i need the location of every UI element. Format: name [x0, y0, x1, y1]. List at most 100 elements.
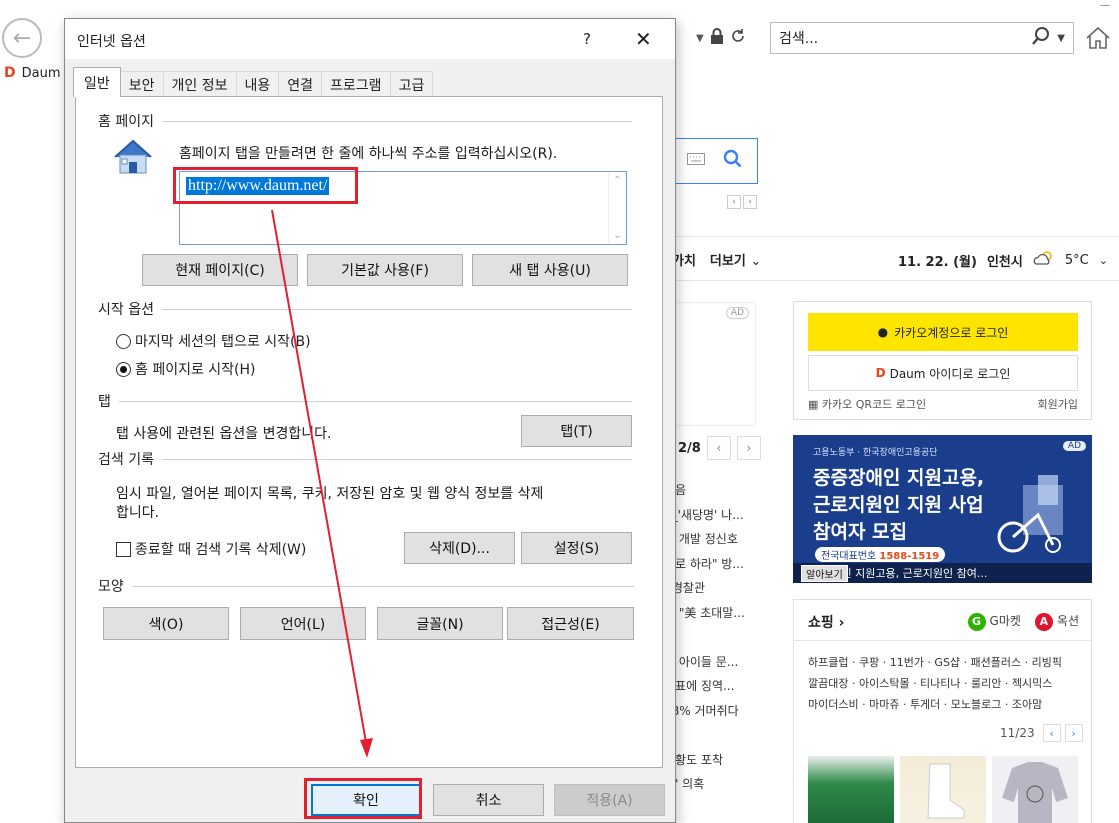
list-item[interactable]: 2_'새당명' 나... [664, 503, 760, 528]
browser-search-box[interactable]: 검색... ▼ [770, 22, 1074, 54]
ad-slot[interactable]: AD [672, 302, 756, 426]
textarea-scrollbar[interactable]: ⌃ ⌄ [608, 172, 626, 244]
tab-security[interactable]: 보안 [119, 71, 164, 97]
learn-more-button[interactable]: 알아보기 [801, 564, 848, 582]
scroll-up-icon[interactable]: ⌃ [613, 175, 621, 186]
chevron-down-icon: ⌄ [750, 254, 762, 269]
daum-login-button[interactable]: D Daum 아이디로 로그인 [808, 355, 1078, 391]
banner-phone: 전국대표번호 1588-1519 [815, 547, 946, 562]
back-button[interactable]: ← [2, 18, 42, 58]
gmarket-link[interactable]: G G마켓 [967, 612, 1021, 631]
prev-icon[interactable]: ‹ [727, 195, 741, 209]
tab-content[interactable]: 내용 [235, 71, 280, 97]
tab-general[interactable]: 일반 [73, 67, 121, 97]
tabs-section: 탭 [98, 391, 632, 411]
cancel-button[interactable]: 취소 [433, 784, 544, 816]
languages-button[interactable]: 언어(L) [240, 607, 366, 640]
chevron-down-icon[interactable]: ⌄ [1099, 254, 1108, 267]
gmarket-icon: G [967, 612, 986, 631]
daum-search-icon[interactable] [723, 149, 743, 173]
product-thumbnail[interactable] [808, 756, 894, 823]
gnb-menu: 가치 더보기 ⌄ [672, 250, 761, 269]
home-url-textarea[interactable]: http://www.daum.net/ ⌃ ⌄ [179, 171, 627, 245]
delete-on-exit-checkbox[interactable]: 종료할 때 검색 기록 삭제(W) [116, 539, 306, 559]
next-button[interactable]: › [736, 436, 761, 460]
lock-icon [710, 28, 724, 48]
shopping-title[interactable]: 쇼핑 › [808, 612, 844, 632]
auction-link[interactable]: A 옥션 [1034, 612, 1079, 631]
shop-links-row[interactable]: 마이더스비 · 마마쥬 · 투게더 · 모노블로그 · 조아맘 [808, 694, 1088, 715]
list-item[interactable]: 대표에 징역... [664, 674, 760, 699]
list-item[interactable]: 다 [664, 625, 760, 650]
dropdown-icon[interactable]: ▼ [696, 33, 704, 44]
section-title: 검색 기록 [98, 452, 154, 468]
product-thumbnail[interactable] [992, 756, 1078, 823]
tabs-settings-button[interactable]: 탭(T) [521, 415, 632, 447]
tab-programs[interactable]: 프로그램 [321, 71, 391, 97]
chevron-down-icon[interactable]: ▼ [1057, 33, 1065, 44]
list-item[interactable]: 빙황도 포착 [664, 748, 760, 773]
kakao-login-label: 카카오계정으로 로그인 [894, 325, 1009, 340]
divider [161, 308, 632, 310]
checkbox-box[interactable] [116, 541, 131, 557]
home-icon[interactable] [1082, 22, 1114, 54]
search-icon[interactable] [1031, 26, 1051, 50]
daum-logo-icon: D [875, 366, 886, 380]
scroll-down-icon[interactable]: ⌄ [613, 230, 621, 241]
list-item[interactable] [664, 723, 760, 748]
gnb-more[interactable]: 더보기 ⌄ [710, 250, 761, 269]
list-item[interactable]: 대로 하라" 방... [664, 552, 760, 577]
list-item[interactable]: 개 개발 정신호 [664, 527, 760, 552]
shop-links-row[interactable]: 하프클럽 · 쿠팡 · 11번가 · GS샵 · 패션플러스 · 리빙픽 [808, 652, 1088, 673]
radio-circle[interactable] [116, 333, 131, 349]
use-default-button[interactable]: 기본값 사용(F) [307, 254, 463, 286]
tab-advanced[interactable]: 고급 [389, 71, 434, 97]
ad-banner[interactable]: 고용노동부 · 한국장애인고용공단 AD 중증장애인 지원고용, 근로지원인 지… [793, 435, 1092, 583]
location[interactable]: 인천시 [987, 251, 1023, 270]
radio-circle-checked[interactable] [116, 361, 131, 377]
close-button[interactable]: ✕ [635, 27, 652, 51]
section-title: 시작 옵션 [98, 302, 154, 318]
colors-button[interactable]: 색(O) [103, 607, 229, 640]
use-new-tab-button[interactable]: 새 탭 사용(U) [472, 254, 628, 286]
keyboard-icon[interactable] [687, 153, 705, 169]
shopping-panel: 쇼핑 › G G마켓 A 옥션 하프클럽 · 쿠팡 · 11번가 · GS샵 · 패… [793, 599, 1092, 823]
list-item[interactable]: 폐' 의혹 [664, 772, 760, 797]
tab-connections[interactable]: 연결 [278, 71, 323, 97]
next-button[interactable]: › [1064, 724, 1083, 742]
signup-link[interactable]: 회원가입 [1038, 396, 1078, 412]
next-icon[interactable]: › [743, 195, 757, 209]
sweater-image-icon [1002, 762, 1068, 823]
product-thumbnail[interactable] [900, 756, 986, 823]
history-settings-button[interactable]: 설정(S) [521, 532, 632, 564]
search-suggest-arrows[interactable]: ‹ › [727, 195, 757, 209]
refresh-icon[interactable] [730, 28, 746, 48]
kakao-login-button[interactable]: ● 카카오계정으로 로그인 [808, 313, 1078, 351]
help-button[interactable]: ? [583, 30, 591, 48]
daum-search-field[interactable] [672, 138, 758, 184]
list-item[interactable]: 은 "美 초대말... [664, 601, 760, 626]
start-last-session-radio[interactable]: 마지막 세션의 탭으로 시작(B) [116, 331, 311, 351]
prev-button[interactable]: ‹ [706, 436, 731, 460]
address-bar-tail[interactable]: ▼ [672, 22, 772, 54]
prev-button[interactable]: ‹ [1042, 724, 1061, 742]
dialog-titlebar[interactable]: 인터넷 옵션 ? ✕ [65, 19, 675, 59]
list-item[interactable]: 88% 거머쥐다 [664, 699, 760, 724]
qr-login-link[interactable]: ▦ 카카오 QR코드 로그인 [808, 396, 926, 412]
start-home-page-radio[interactable]: 홈 페이지로 시작(H) [116, 359, 256, 379]
apply-button[interactable]: 적용(A) [554, 784, 665, 816]
tab-privacy[interactable]: 개인 정보 [162, 71, 237, 97]
list-item[interactable]: 는 아이들 문... [664, 650, 760, 675]
ad-label: AD [1062, 441, 1086, 451]
ok-button[interactable]: 확인 [311, 784, 421, 816]
login-panel: ● 카카오계정으로 로그인 D Daum 아이디로 로그인 ▦ 카카오 QR코드… [793, 301, 1092, 420]
accessibility-button[interactable]: 접근성(E) [507, 607, 634, 640]
fonts-button[interactable]: 글꼴(N) [377, 607, 503, 640]
use-current-button[interactable]: 현재 페이지(C) [142, 254, 298, 286]
history-description: 임시 파일, 열어본 페이지 목록, 쿠키, 저장된 암호 및 웹 양식 정보를… [116, 486, 544, 502]
browser-tab[interactable]: D Daum [0, 58, 70, 88]
shop-links-row[interactable]: 깔끔대장 · 아이스탁몰 · 티나티나 · 룰리안 · 젝시믹스 [808, 673, 1088, 694]
list-item[interactable]: 동음 [664, 478, 760, 503]
delete-history-button[interactable]: 삭제(D)... [404, 532, 515, 564]
list-item[interactable]: | 경찰관 [664, 576, 760, 601]
